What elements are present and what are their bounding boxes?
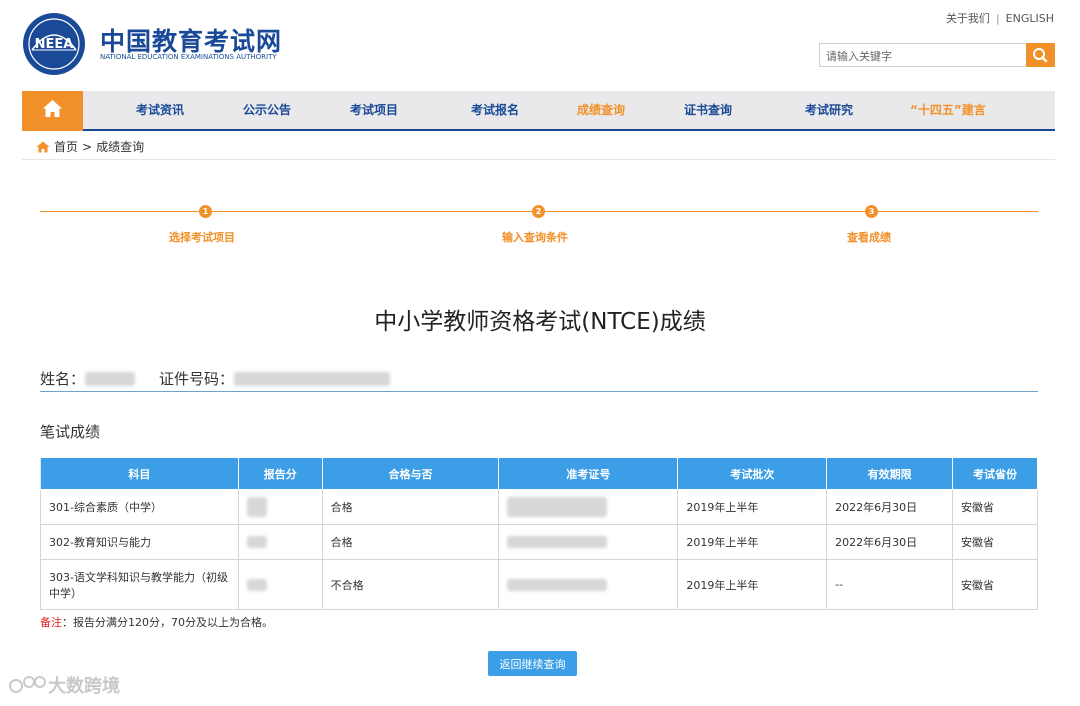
breadcrumb: 首页 > 成绩查询 [36,138,144,155]
step-1-label: 选择考试项目 [169,231,235,244]
cell-score [237,559,323,610]
cell-pass: 合格 [321,524,500,560]
score-redacted [246,578,267,591]
breadcrumb-current: 成绩查询 [96,140,145,154]
english-link[interactable]: ENGLISH [1006,12,1054,25]
step-2-marker: 2 [532,205,545,218]
top-link-separator: | [995,12,1000,25]
cell-pass: 合格 [321,489,500,525]
nav-item-exam-projects[interactable]: 考试项目 [350,91,398,129]
admission-no-redacted [507,497,608,517]
watermark: 大数跨境 [8,672,120,698]
page-title: 中小学教师资格考试(NTCE)成绩 [374,309,706,335]
table-row: 303-语文学科知识与教学能力（初级中学） 不合格 2019年上半年 -- 安徽… [40,559,1038,610]
nav-item-exam-news[interactable]: 考试资讯 [136,91,184,129]
step-1-marker: 1 [199,205,212,218]
cell-admission-no [498,524,679,560]
cell-subject: 302-教育知识与能力 [40,524,239,560]
cell-province: 安徽省 [952,524,1038,560]
header-valid-until: 有效期限 [826,457,954,490]
main-nav: 考试资讯 公示公告 考试项目 考试报名 成绩查询 证书查询 考试研究 “十四五”… [22,91,1055,131]
table-row: 301-综合素质（中学） 合格 2019年上半年 2022年6月30日 安徽省 [40,489,1038,525]
search-input[interactable]: 请输入关键字 [819,43,1027,67]
neea-logo[interactable]: NEEA [22,12,86,76]
home-icon [43,100,62,117]
about-link[interactable]: 关于我们 [946,10,990,26]
table-header-row: 科目 报告分 合格与否 准考证号 考试批次 有效期限 考试省份 [40,457,1038,490]
score-redacted [246,497,267,517]
table-row: 302-教育知识与能力 合格 2019年上半年 2022年6月30日 安徽省 [40,524,1038,560]
admission-no-redacted [507,536,608,548]
nav-item-score-query[interactable]: 成绩查询 [577,91,625,129]
score-table: 科目 报告分 合格与否 准考证号 考试批次 有效期限 考试省份 301-综合素质… [40,457,1038,610]
top-links: 关于我们 | ENGLISH [946,10,1054,26]
site-header: NEEA 中国教育考试网 NATIONAL EDUCATION EXAMINAT… [0,0,1080,92]
cell-valid-until: 2022年6月30日 [826,524,954,560]
logo-text: NEEA [35,37,74,52]
score-note: 备注：报告分满分120分，70分及以上为合格。 [40,614,273,630]
nav-item-registration[interactable]: 考试报名 [471,91,519,129]
cell-pass: 不合格 [321,559,500,610]
breadcrumb-divider [22,159,1055,160]
cell-batch: 2019年上半年 [677,489,828,525]
watermark-logo-icon [9,676,46,693]
header-batch: 考试批次 [677,457,828,490]
note-label: 备注 [40,616,62,629]
search-button[interactable] [1026,43,1055,67]
header-score: 报告分 [237,457,323,490]
id-value-redacted [234,371,391,386]
nav-item-certificate-query[interactable]: 证书查询 [684,91,732,129]
cell-province: 安徽省 [952,489,1038,525]
candidate-info: 姓名： 证件号码： [40,368,391,389]
back-to-query-button[interactable]: 返回继续查询 [488,651,577,676]
home-icon [36,141,50,152]
cell-province: 安徽省 [952,559,1038,610]
header-subject: 科目 [40,457,239,490]
info-divider [40,391,1038,392]
cell-score [237,489,323,525]
header-admission-no: 准考证号 [498,457,679,490]
header-province: 考试省份 [952,457,1038,490]
score-redacted [246,536,267,548]
nav-home-button[interactable] [22,91,83,131]
nav-item-suggestions[interactable]: “十四五”建言 [910,91,986,129]
step-3-marker: 3 [865,205,878,218]
cell-batch: 2019年上半年 [677,524,828,560]
cell-score [237,524,323,560]
nav-item-exam-research[interactable]: 考试研究 [805,91,853,129]
header-pass: 合格与否 [321,457,500,490]
section-title: 笔试成绩 [40,423,101,441]
breadcrumb-separator: > [82,139,93,154]
admission-no-redacted [507,578,608,591]
watermark-text: 大数跨境 [48,676,120,697]
brand-subtitle: NATIONAL EDUCATION EXAMINATIONS AUTHORIT… [100,53,277,61]
cell-batch: 2019年上半年 [677,559,828,610]
name-label: 姓名： [40,370,86,388]
cell-valid-until: -- [826,559,954,610]
step-3-label: 查看成绩 [847,231,891,244]
cell-subject: 301-综合素质（中学） [40,489,239,525]
cell-admission-no [498,489,679,525]
cell-admission-no [498,559,679,610]
breadcrumb-home[interactable]: 首页 [54,138,78,155]
step-2-label: 输入查询条件 [502,231,568,244]
note-text: ：报告分满分120分，70分及以上为合格。 [62,616,273,629]
cell-valid-until: 2022年6月30日 [826,489,954,525]
name-value-redacted [85,371,136,386]
nav-item-announcements[interactable]: 公示公告 [243,91,291,129]
search-icon [1033,48,1048,63]
id-label: 证件号码： [159,370,235,388]
cell-subject: 303-语文学科知识与教学能力（初级中学） [40,559,239,610]
